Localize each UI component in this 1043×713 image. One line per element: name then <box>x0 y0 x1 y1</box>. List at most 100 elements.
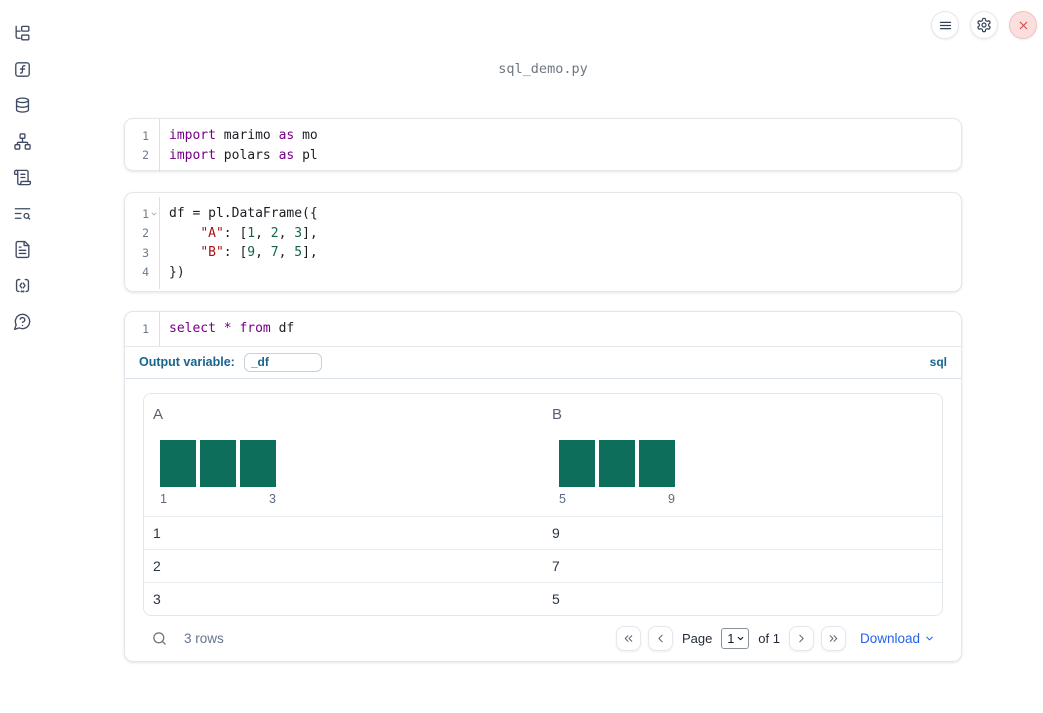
code-token: 7 <box>270 245 279 261</box>
fold-chevron-icon[interactable] <box>149 210 159 218</box>
next-page-button[interactable] <box>788 626 814 651</box>
menu-button[interactable] <box>931 11 959 39</box>
code-editor[interactable]: 1 df = pl.DataFrame({ 2 "A": [1, 2, 3], … <box>125 197 961 289</box>
sidebar-item-outline-search[interactable] <box>13 204 32 223</box>
output-variable-input[interactable] <box>243 352 322 372</box>
code-token: import <box>169 128 216 144</box>
topbar <box>931 11 1037 39</box>
histogram-min-label: 1 <box>160 491 167 506</box>
code-token: }) <box>169 264 185 280</box>
chevron-down-icon <box>737 636 744 641</box>
database-icon <box>15 97 29 113</box>
line-number: 4 <box>142 265 149 280</box>
code-token: polars <box>215 147 279 163</box>
search-icon[interactable] <box>151 630 168 647</box>
code-snippet-icon <box>15 278 29 293</box>
line-number: 1 <box>142 206 149 221</box>
table-output: A 1 3 B 5 9 1 9 2 7 3 5 3 rows Page 1 of… <box>125 379 961 662</box>
code-token: , <box>255 225 271 241</box>
document-icon <box>14 240 30 259</box>
code-token: , <box>278 225 295 241</box>
histogram-max-label: 3 <box>269 491 276 506</box>
sidebar-item-documentation[interactable] <box>13 240 32 259</box>
sidebar-item-dependencies[interactable] <box>13 132 32 151</box>
scroll-icon <box>13 169 31 186</box>
table-row[interactable]: 3 5 <box>144 581 942 615</box>
sidebar-item-datasources[interactable] <box>13 96 32 115</box>
column-header-a[interactable]: A 1 3 <box>144 394 543 516</box>
histogram-labels: 5 9 <box>559 492 675 506</box>
code-token: , <box>255 245 271 261</box>
table-cell: 3 <box>153 590 161 607</box>
download-button[interactable]: Download <box>860 631 935 646</box>
code-line: 3 "B": [9, 7, 5], <box>125 243 961 263</box>
chevrons-left-icon <box>624 635 633 642</box>
line-number: 1 <box>142 128 149 143</box>
sidebar-item-help[interactable] <box>13 312 32 331</box>
code-token: 2 <box>270 225 279 241</box>
code-cell-imports[interactable]: 1 import marimo as mo 2 import polars as… <box>124 118 962 172</box>
column-histogram <box>160 439 276 487</box>
gutter: 1 <box>125 322 159 336</box>
histogram-bar <box>200 439 236 487</box>
column-histogram <box>559 439 675 487</box>
sql-cell[interactable]: 1 select * from df Output variable: sql … <box>124 311 962 662</box>
code-text: df = pl.DataFrame({ <box>159 206 318 221</box>
code-cell-dataframe[interactable]: 1 df = pl.DataFrame({ 2 "A": [1, 2, 3], … <box>124 192 962 292</box>
code-token: 5 <box>294 245 303 261</box>
line-number: 2 <box>142 226 149 241</box>
download-label: Download <box>859 631 920 646</box>
sql-editor[interactable]: 1 select * from df <box>125 312 961 347</box>
code-token: pl <box>294 147 318 163</box>
code-token: select <box>169 321 216 337</box>
prev-page-button[interactable] <box>647 626 673 651</box>
sidebar-item-file-tree[interactable] <box>13 24 32 43</box>
sidebar-item-functions[interactable] <box>13 60 32 79</box>
gutter: 2 <box>125 226 159 240</box>
settings-button[interactable] <box>970 11 998 39</box>
code-token: import <box>169 147 216 163</box>
column-name: A <box>153 405 164 423</box>
table-row[interactable]: 2 7 <box>144 548 942 582</box>
column-header-b[interactable]: B 5 9 <box>543 394 942 516</box>
first-page-button[interactable] <box>615 626 641 651</box>
sidebar-item-logs[interactable] <box>13 168 32 187</box>
menu-icon <box>939 21 951 29</box>
code-token: marimo <box>215 128 279 144</box>
gear-icon <box>977 17 991 33</box>
chevron-down-icon <box>926 636 933 641</box>
last-page-button[interactable] <box>820 626 846 651</box>
histogram-max-label: 9 <box>668 491 675 506</box>
code-text: }) <box>159 265 185 280</box>
code-line: 4 }) <box>125 263 961 283</box>
column-name: B <box>552 405 563 423</box>
list-search-icon <box>14 208 30 220</box>
code-text: select * from df <box>159 321 294 336</box>
line-number: 3 <box>142 245 149 260</box>
table-cell: 9 <box>552 524 560 541</box>
close-icon <box>1019 21 1027 29</box>
code-token: 1 <box>247 225 256 241</box>
histogram-labels: 1 3 <box>160 492 276 506</box>
page-select[interactable]: 1 <box>721 628 750 649</box>
function-square-icon <box>14 62 30 77</box>
code-token: , <box>278 245 295 261</box>
chevron-right-icon <box>799 634 804 643</box>
histogram-min-label: 5 <box>559 491 566 506</box>
gutter: 2 <box>125 148 159 162</box>
histogram-bar <box>599 439 635 487</box>
table-header-row: A 1 3 B 5 9 <box>144 394 942 516</box>
table-row[interactable]: 1 9 <box>144 515 942 549</box>
sidebar-item-snippets[interactable] <box>13 276 32 295</box>
code-token: "B" <box>200 245 224 261</box>
shutdown-button[interactable] <box>1009 11 1037 39</box>
line-number: 2 <box>142 148 149 163</box>
code-line: 1 import marimo as mo <box>125 126 961 146</box>
code-token: ], <box>302 245 318 261</box>
code-editor[interactable]: 1 import marimo as mo 2 import polars as… <box>125 119 961 172</box>
table-cell: 5 <box>552 590 560 607</box>
histogram-bar <box>240 439 276 487</box>
code-token: ], <box>302 225 318 241</box>
